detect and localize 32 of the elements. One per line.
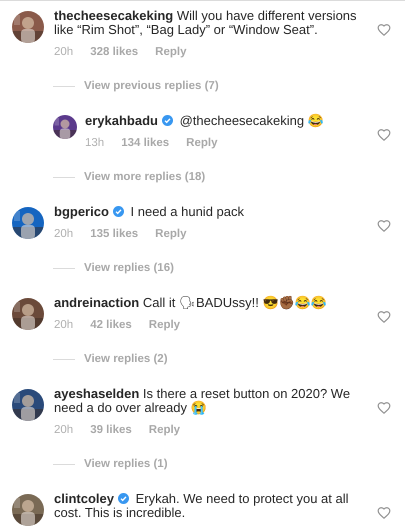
likes-link[interactable]: 135 likes bbox=[90, 228, 138, 240]
reply-link[interactable]: Reply bbox=[155, 228, 186, 240]
likes-link[interactable]: 42 likes bbox=[90, 319, 132, 331]
comment-text: thecheesecakeking Will you have different versions like “Rim Shot”, “Bag Lady” or “Window Seat”. bbox=[54, 9, 358, 37]
comment-text: andreinaction Call it 🗣BADUssy!! 😎✊🏾😂😂 bbox=[54, 296, 328, 310]
view-replies-link[interactable]: View replies (16) bbox=[84, 262, 174, 274]
comment-text: clintcoley Erykah. We need to protect you at all cost. This is incredible. bbox=[54, 492, 350, 520]
likes-link[interactable]: 134 likes bbox=[121, 137, 170, 149]
reply-link[interactable]: Reply bbox=[155, 46, 186, 58]
view-replies-link[interactable]: View more replies (18) bbox=[84, 171, 206, 183]
comment-text: ayeshaselden Is there a reset button on 2020? We need a do over already 😭 bbox=[54, 387, 352, 415]
like-heart-icon[interactable] bbox=[377, 310, 391, 324]
view-replies-link[interactable]: View replies (1) bbox=[84, 458, 168, 470]
like-heart-icon[interactable] bbox=[377, 23, 391, 37]
view-replies-link[interactable]: View previous replies (7) bbox=[84, 80, 219, 92]
reply-link[interactable]: Reply bbox=[186, 137, 218, 149]
like-heart-icon[interactable] bbox=[377, 506, 391, 520]
comment-time: 20h bbox=[54, 46, 74, 58]
view-replies-link[interactable]: View replies (2) bbox=[84, 353, 168, 365]
comment-time: 20h bbox=[54, 319, 74, 331]
comment-time: 13h bbox=[85, 137, 104, 149]
reply-link[interactable]: Reply bbox=[148, 319, 180, 331]
reply-link[interactable]: Reply bbox=[148, 424, 180, 436]
comment-text: bgperico I need a hunid pack bbox=[54, 205, 245, 219]
likes-link[interactable]: 39 likes bbox=[90, 424, 132, 436]
comment-text: erykahbadu @thecheesecakeking 😂 bbox=[85, 114, 325, 128]
comment-time: 20h bbox=[54, 228, 74, 240]
like-heart-icon[interactable] bbox=[377, 219, 391, 233]
likes-link[interactable]: 328 likes bbox=[90, 46, 138, 58]
like-heart-icon[interactable] bbox=[377, 128, 391, 142]
like-heart-icon[interactable] bbox=[377, 401, 391, 415]
comment-time: 20h bbox=[54, 424, 74, 436]
